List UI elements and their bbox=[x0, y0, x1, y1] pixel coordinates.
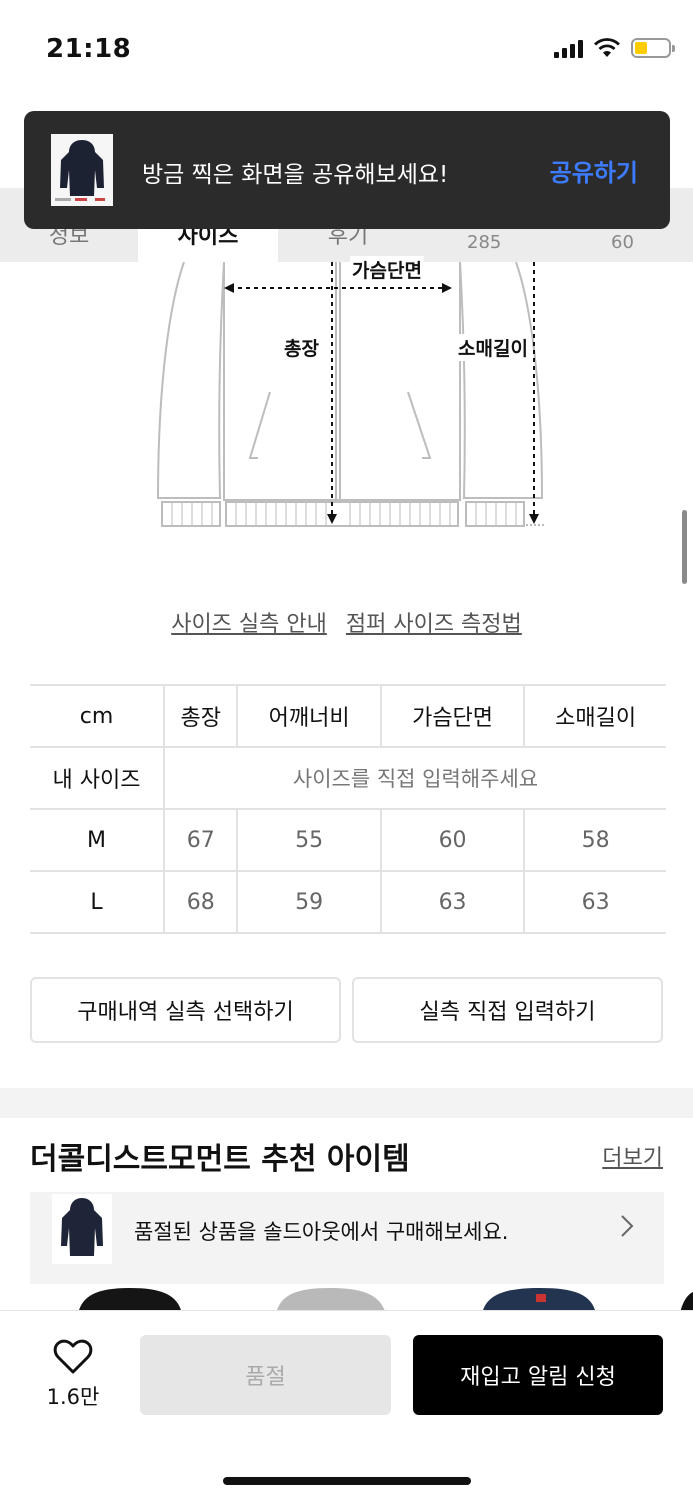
table-cell: 60 bbox=[380, 809, 526, 872]
tab-stat-review-count: 285 bbox=[467, 232, 502, 253]
size-measurement-diagram: 가슴단면 총장 소매길이 bbox=[150, 256, 550, 532]
scrollbar[interactable] bbox=[682, 510, 687, 584]
table-header-cell: 가슴단면 bbox=[380, 684, 526, 748]
wifi-icon bbox=[594, 38, 620, 57]
size-guide-link[interactable]: 사이즈 실측 안내 bbox=[171, 612, 327, 637]
size-table: cm 총장 어깨너비 가슴단면 소매길이 내 사이즈 사이즈를 직접 입력해주세… bbox=[30, 684, 666, 934]
table-cell: 63 bbox=[524, 871, 666, 934]
purchase-history-measure-button[interactable]: 구매내역 실측 선택하기 bbox=[30, 977, 341, 1043]
table-cell: 68 bbox=[164, 871, 239, 934]
manual-measure-input-button[interactable]: 실측 직접 입력하기 bbox=[352, 977, 663, 1043]
diagram-label-sleeve: 소매길이 bbox=[456, 334, 530, 361]
soldout-banner[interactable]: 품절된 상품을 솔드아웃에서 구매해보세요. bbox=[30, 1192, 664, 1284]
like-button[interactable]: 1.6만 bbox=[40, 1339, 106, 1411]
jacket-outline-illustration bbox=[156, 261, 544, 527]
table-cell: 55 bbox=[237, 809, 382, 872]
my-size-input[interactable]: 사이즈를 직접 입력해주세요 bbox=[164, 747, 666, 810]
diagram-label-length: 총장 bbox=[282, 334, 321, 361]
bottom-action-bar: 1.6만 품절 재입고 알림 신청 bbox=[0, 1310, 693, 1500]
battery-icon bbox=[631, 38, 675, 58]
recommend-title: 더콜디스트모먼트 추천 아이템 bbox=[30, 1142, 410, 1177]
table-header-cell: 어깨너비 bbox=[237, 684, 382, 748]
status-icons bbox=[554, 38, 675, 58]
my-size-label: 내 사이즈 bbox=[30, 747, 165, 810]
size-label: L bbox=[30, 871, 165, 934]
home-indicator[interactable] bbox=[223, 1477, 471, 1485]
table-header-cell: cm bbox=[30, 684, 165, 748]
size-guide-links: 사이즈 실측 안내 점퍼 사이즈 측정법 bbox=[0, 606, 693, 638]
size-label: M bbox=[30, 809, 165, 872]
heart-icon bbox=[53, 1339, 93, 1374]
tab-stat-count: 60 bbox=[611, 232, 634, 253]
toast-message: 방금 찍은 화면을 공유해보세요! bbox=[142, 162, 449, 188]
share-toast: 방금 찍은 화면을 공유해보세요! 공유하기 bbox=[24, 111, 670, 229]
screenshot-thumbnail[interactable] bbox=[51, 134, 113, 206]
see-more-link[interactable]: 더보기 bbox=[602, 1140, 663, 1172]
measurement-method-link[interactable]: 점퍼 사이즈 측정법 bbox=[346, 612, 522, 637]
table-cell: 59 bbox=[237, 871, 382, 934]
my-size-row: 내 사이즈 사이즈를 직접 입력해주세요 bbox=[30, 747, 666, 810]
share-button[interactable]: 공유하기 bbox=[550, 153, 638, 188]
table-header-cell: 소매길이 bbox=[524, 684, 666, 748]
soldout-banner-text: 품절된 상품을 솔드아웃에서 구매해보세요. bbox=[134, 1220, 509, 1244]
table-cell: 58 bbox=[524, 809, 666, 872]
status-time: 21:18 bbox=[46, 34, 132, 64]
table-cell: 63 bbox=[380, 871, 526, 934]
soldout-product-thumbnail bbox=[52, 1194, 112, 1264]
table-header-row: cm 총장 어깨너비 가슴단면 소매길이 bbox=[30, 684, 666, 748]
soldout-button: 품절 bbox=[140, 1335, 391, 1415]
table-row: M 67 55 60 58 bbox=[30, 809, 666, 872]
table-row: L 68 59 63 63 bbox=[30, 871, 666, 934]
restock-alert-button[interactable]: 재입고 알림 신청 bbox=[413, 1335, 663, 1415]
chevron-right-icon bbox=[620, 1214, 634, 1245]
table-cell: 67 bbox=[164, 809, 239, 872]
table-header-cell: 총장 bbox=[164, 684, 239, 748]
status-bar: 21:18 bbox=[0, 0, 693, 100]
diagram-label-chest: 가슴단면 bbox=[350, 256, 424, 283]
cellular-signal-icon bbox=[554, 38, 583, 58]
like-count: 1.6만 bbox=[46, 1385, 100, 1409]
